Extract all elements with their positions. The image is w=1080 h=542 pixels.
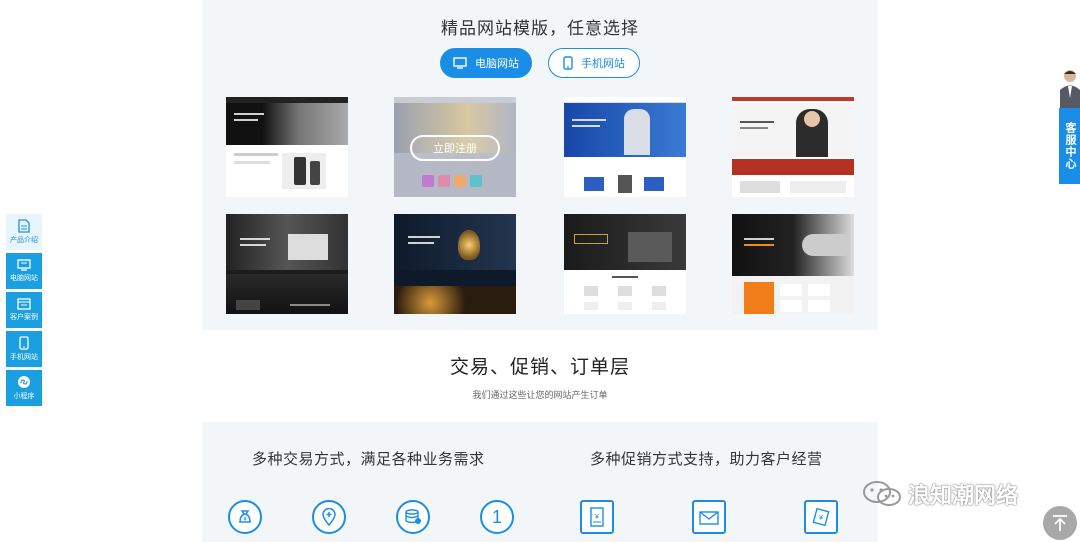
- template-thumbnail[interactable]: [732, 97, 854, 197]
- template-thumbnail[interactable]: [732, 214, 854, 314]
- service-agent-avatar: [1060, 70, 1080, 110]
- template-thumbnail[interactable]: 立即注册: [394, 97, 516, 197]
- features-panel: 多种交易方式，满足各种业务需求 多种促销方式支持，助力客户经营 ¥ 1 ¥ ¥: [202, 422, 878, 542]
- location-pin-icon: [312, 500, 346, 534]
- wechat-icon: [863, 481, 901, 506]
- template-thumbnail[interactable]: [564, 214, 686, 314]
- template-thumbnail[interactable]: [394, 214, 516, 314]
- template-thumbnail[interactable]: [226, 97, 348, 197]
- template-thumbnail[interactable]: [226, 214, 348, 314]
- svg-text:¥: ¥: [819, 515, 823, 522]
- side-nav-label: 小程序: [13, 393, 35, 400]
- service-label: 客服中心: [1064, 122, 1076, 170]
- tab-mobile-website[interactable]: 手机网站: [548, 48, 640, 78]
- register-button[interactable]: 立即注册: [410, 135, 500, 161]
- customer-service-tab[interactable]: 客服中心: [1059, 108, 1080, 184]
- coin-stack-icon: [396, 500, 430, 534]
- phone-icon: [19, 336, 29, 350]
- side-nav-label: 产品介绍: [10, 237, 38, 244]
- arrow-up-icon: [1053, 515, 1067, 531]
- side-nav-label: 手机网站: [10, 354, 38, 361]
- watermark-text: 浪知潮网络: [908, 483, 1019, 508]
- section-title: 精品网站模版，任意选择: [441, 19, 639, 38]
- tab-label: 手机网站: [581, 58, 625, 70]
- section-subtitle: 我们通过这些让您的网站产生订单: [472, 390, 608, 400]
- back-to-top-button[interactable]: [1043, 506, 1077, 540]
- envelope-icon: [692, 500, 726, 534]
- number-one-icon: 1: [480, 500, 514, 534]
- side-nav: 产品介绍 电脑网站 客户案例 手机网站 小程序: [6, 214, 42, 409]
- tab-label: 电脑网站: [475, 58, 519, 70]
- coupon-icon: ¥: [580, 500, 614, 534]
- side-nav-product-intro[interactable]: 产品介绍: [6, 214, 42, 250]
- page: 精品网站模版，任意选择 电脑网站 手机网站 立即注册 交易、促销、订单层 我们通…: [0, 0, 1080, 542]
- svg-text:¥: ¥: [595, 514, 599, 521]
- template-showcase: 精品网站模版，任意选择 电脑网站 手机网站 立即注册: [202, 0, 878, 330]
- promotion-heading: 多种促销方式支持，助力客户经营: [590, 451, 823, 468]
- money-bag-icon: ¥: [228, 500, 262, 534]
- side-nav-pc-website[interactable]: 电脑网站: [6, 253, 42, 289]
- side-nav-label: 电脑网站: [10, 275, 38, 282]
- voucher-icon: ¥: [804, 500, 838, 534]
- case-icon: [17, 298, 31, 310]
- side-nav-client-cases[interactable]: 客户案例: [6, 292, 42, 328]
- template-thumbnail[interactable]: [564, 97, 686, 197]
- side-nav-mini-program[interactable]: 小程序: [6, 370, 42, 406]
- watermark: 浪知潮网络: [862, 478, 1018, 510]
- document-icon: [18, 219, 30, 233]
- tab-pc-website[interactable]: 电脑网站: [440, 48, 532, 78]
- side-nav-mobile-website[interactable]: 手机网站: [6, 331, 42, 367]
- side-nav-label: 客户案例: [10, 314, 38, 321]
- monitor-icon: [453, 57, 467, 69]
- monitor-icon: [17, 259, 31, 271]
- phone-icon: [563, 56, 573, 70]
- section-title: 交易、促销、订单层: [449, 357, 630, 378]
- trade-methods-heading: 多种交易方式，满足各种业务需求: [252, 451, 485, 468]
- mini-program-icon: [18, 376, 30, 388]
